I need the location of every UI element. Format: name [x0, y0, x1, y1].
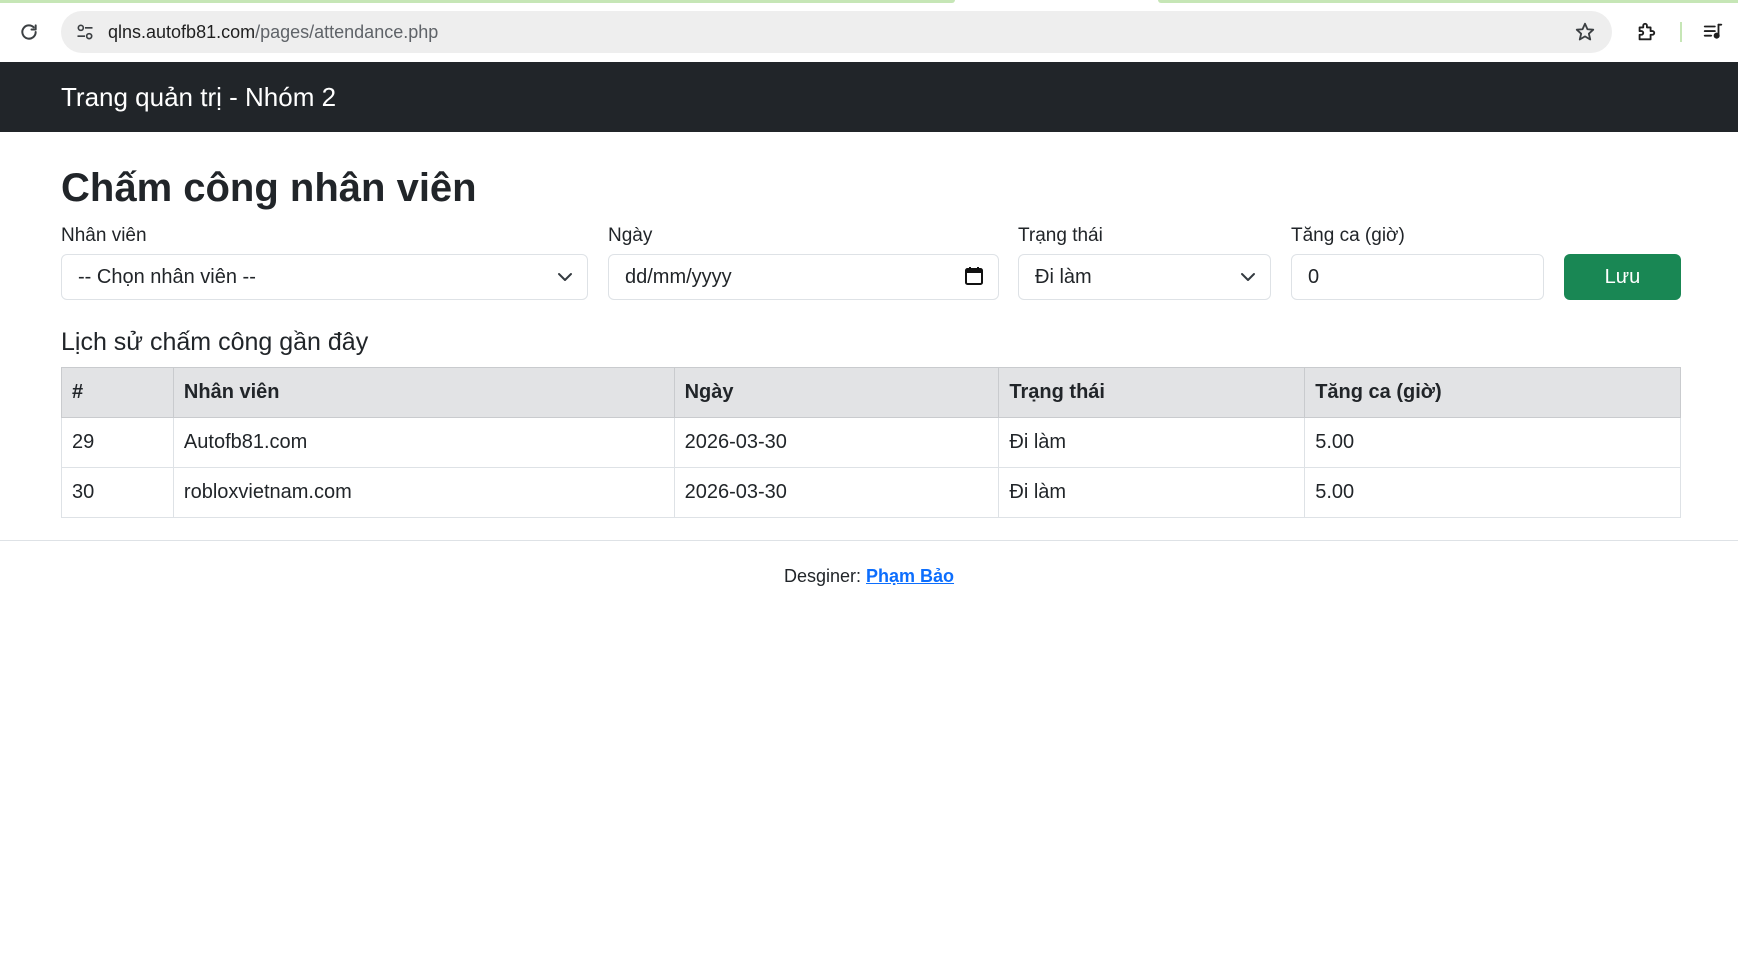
- overtime-input-value: 0: [1308, 266, 1320, 288]
- status-label: Trạng thái: [1018, 225, 1103, 246]
- footer-prefix: Desginer:: [783, 566, 866, 586]
- cell-index: 29: [61, 417, 174, 468]
- overtime-field: Tăng ca (giờ) 0: [1291, 224, 1544, 300]
- save-button[interactable]: Lưu: [1564, 254, 1681, 300]
- date-field: Ngày dd/mm/yyyy: [608, 224, 999, 300]
- table-row: 30 robloxvietnam.com 2026-03-30 Đi làm 5…: [61, 467, 1681, 518]
- attendance-form: Nhân viên -- Chọn nhân viên -- Ngày dd/m…: [61, 224, 1681, 300]
- employee-field: Nhân viên -- Chọn nhân viên --: [61, 224, 588, 300]
- cell-employee: Autofb81.com: [172, 417, 675, 468]
- column-header-status: Trạng thái: [998, 367, 1306, 418]
- overtime-input[interactable]: 0: [1291, 254, 1544, 300]
- address-bar[interactable]: qlns.autofb81.com/pages/attendance.php: [61, 11, 1612, 53]
- footer-divider: [0, 540, 1738, 541]
- employee-label: Nhân viên: [61, 225, 147, 246]
- cell-date: 2026-03-30: [673, 467, 1000, 518]
- table-row: 29 Autofb81.com 2026-03-30 Đi làm 5.00: [61, 417, 1681, 468]
- chevron-down-icon: [558, 273, 572, 281]
- table-header-row: # Nhân viên Ngày Trạng thái Tăng ca (giờ…: [61, 367, 1681, 418]
- site-settings-icon[interactable]: [69, 16, 101, 48]
- history-title: Lịch sử chấm công gần đây: [61, 328, 369, 356]
- date-label: Ngày: [608, 225, 653, 246]
- cell-employee: robloxvietnam.com: [172, 467, 675, 518]
- attendance-history-table: # Nhân viên Ngày Trạng thái Tăng ca (giờ…: [61, 367, 1681, 518]
- navbar-brand[interactable]: Trang quản trị - Nhóm 2: [61, 62, 336, 132]
- cell-date: 2026-03-30: [673, 417, 1000, 468]
- status-select-value: Đi làm: [1035, 266, 1092, 288]
- browser-toolbar: qlns.autofb81.com/pages/attendance.php: [0, 0, 1738, 63]
- tab-strip-indicator: [1158, 0, 1738, 3]
- cell-index: 30: [61, 467, 174, 518]
- chevron-down-icon: [1241, 273, 1255, 281]
- footer: Desginer: Phạm Bảo: [0, 566, 1738, 587]
- employee-select-value: -- Chọn nhân viên --: [78, 266, 256, 288]
- date-input[interactable]: dd/mm/yyyy: [608, 254, 999, 300]
- overtime-label: Tăng ca (giờ): [1291, 225, 1405, 246]
- extensions-icon[interactable]: [1630, 17, 1662, 47]
- media-controls-icon[interactable]: [1697, 17, 1729, 47]
- column-header-employee: Nhân viên: [172, 367, 675, 418]
- cell-overtime: 5.00: [1304, 467, 1681, 518]
- column-header-overtime: Tăng ca (giờ): [1304, 367, 1681, 418]
- cell-status: Đi làm: [998, 417, 1306, 468]
- cell-overtime: 5.00: [1304, 417, 1681, 468]
- status-field: Trạng thái Đi làm: [1018, 224, 1271, 300]
- bookmark-star-icon[interactable]: [1570, 17, 1600, 47]
- column-header-index: #: [61, 367, 174, 418]
- status-select[interactable]: Đi làm: [1018, 254, 1271, 300]
- column-header-date: Ngày: [673, 367, 1000, 418]
- url-text[interactable]: qlns.autofb81.com/pages/attendance.php: [108, 11, 438, 53]
- top-navbar: Trang quản trị - Nhóm 2: [0, 62, 1738, 132]
- date-input-placeholder: dd/mm/yyyy: [625, 266, 732, 288]
- tab-strip-indicator: [0, 0, 955, 3]
- url-host: qlns.autofb81.com: [108, 22, 256, 42]
- designer-link[interactable]: Phạm Bảo: [866, 566, 954, 586]
- page-title: Chấm công nhân viên: [61, 166, 477, 210]
- cell-status: Đi làm: [998, 467, 1306, 518]
- reload-icon[interactable]: [14, 17, 44, 47]
- calendar-icon[interactable]: [964, 266, 984, 286]
- toolbar-divider: [1680, 22, 1682, 42]
- url-path: /pages/attendance.php: [255, 22, 439, 42]
- employee-select[interactable]: -- Chọn nhân viên --: [61, 254, 588, 300]
